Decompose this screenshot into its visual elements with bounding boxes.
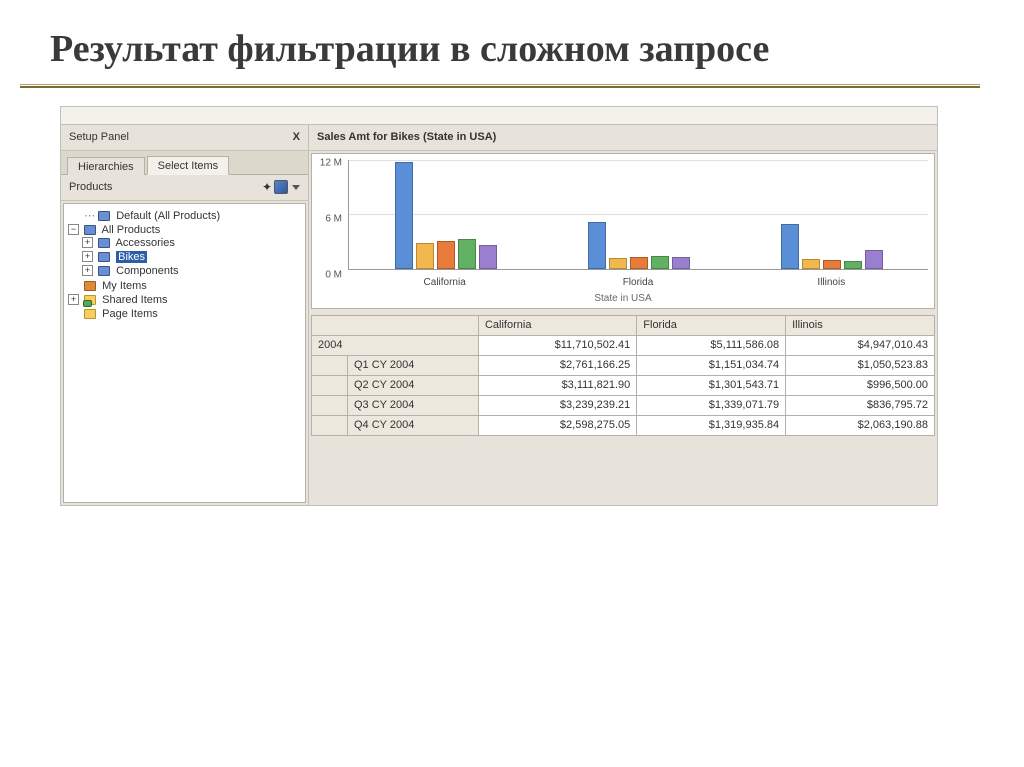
- tree-item-page-items[interactable]: Page Items: [102, 308, 158, 320]
- tree-toggle[interactable]: +: [82, 251, 93, 262]
- chart-bar: [395, 162, 413, 269]
- products-picker[interactable]: ✦: [262, 180, 300, 194]
- cube-icon: [98, 211, 110, 221]
- setup-panel-title: Setup Panel: [69, 131, 129, 143]
- grid-column-header[interactable]: Illinois: [786, 315, 935, 335]
- grid-cell[interactable]: $1,050,523.83: [786, 355, 935, 375]
- chart-title: Sales Amt for Bikes (State in USA): [309, 125, 937, 151]
- grid-cell[interactable]: $1,319,935.84: [637, 415, 786, 435]
- grid-row-indent: [312, 375, 348, 395]
- app-window: Setup Panel X Hierarchies Select Items P…: [60, 106, 938, 506]
- chart-group: [735, 160, 928, 269]
- tree-item-my-items[interactable]: My Items: [102, 280, 147, 292]
- chart-bar: [458, 239, 476, 269]
- tree-toggle[interactable]: +: [82, 265, 93, 276]
- chart-bar: [651, 256, 669, 268]
- grid-corner: [312, 315, 479, 335]
- chart-bar: [823, 260, 841, 269]
- tree-item-components[interactable]: Components: [116, 265, 178, 277]
- cube-icon: [98, 238, 110, 248]
- grid-column-header[interactable]: Florida: [637, 315, 786, 335]
- grid-cell[interactable]: $1,151,034.74: [637, 355, 786, 375]
- setup-panel-close-button[interactable]: X: [293, 131, 300, 143]
- grid-cell[interactable]: $2,598,275.05: [478, 415, 636, 435]
- chart-bar: [781, 224, 799, 269]
- tree-item-default[interactable]: Default (All Products): [116, 210, 220, 222]
- chart-bar: [588, 222, 606, 268]
- grid-row-indent: [312, 415, 348, 435]
- chart-bar: [609, 258, 627, 268]
- chart-bar: [416, 243, 434, 268]
- products-label: Products: [69, 181, 112, 193]
- grid-cell[interactable]: $2,063,190.88: [786, 415, 935, 435]
- chart-bar: [802, 259, 820, 269]
- tree-toggle[interactable]: −: [68, 224, 79, 235]
- tree-item-bikes[interactable]: Bikes: [116, 251, 147, 263]
- sales-chart: 12 M 6 M 0 M California Florida Illinois: [311, 153, 935, 309]
- tree-toggle[interactable]: +: [82, 237, 93, 248]
- grid-cell[interactable]: $1,339,071.79: [637, 395, 786, 415]
- data-grid: CaliforniaFloridaIllinois 2004$11,710,502…: [311, 315, 935, 436]
- grid-row-header[interactable]: Q1 CY 2004: [348, 355, 479, 375]
- main-area: Sales Amt for Bikes (State in USA) 12 M …: [309, 125, 937, 505]
- cube-icon: [98, 266, 110, 276]
- setup-panel: Setup Panel X Hierarchies Select Items P…: [61, 125, 309, 505]
- slide-underline: [20, 84, 980, 88]
- chart-bar: [844, 261, 862, 269]
- tree-toggle: [68, 308, 79, 319]
- wand-icon: ✦: [262, 180, 272, 194]
- hierarchy-tree[interactable]: ⋯ Default (All Products) − All Products …: [63, 203, 306, 503]
- grid-row-header[interactable]: Q3 CY 2004: [348, 395, 479, 415]
- grid-cell[interactable]: $3,239,239.21: [478, 395, 636, 415]
- chart-xlabels: California Florida Illinois: [348, 277, 928, 288]
- cube-icon: [98, 252, 110, 262]
- grid-cell[interactable]: $4,947,010.43: [786, 335, 935, 355]
- chart-group: [349, 160, 542, 269]
- products-swatch-icon: [274, 180, 288, 194]
- grid-row-header[interactable]: Q2 CY 2004: [348, 375, 479, 395]
- chart-bar: [479, 245, 497, 269]
- grid-cell[interactable]: $5,111,586.08: [637, 335, 786, 355]
- grid-row-indent: [312, 395, 348, 415]
- slide-title: Результат фильтрации в сложном запросе: [50, 28, 974, 72]
- grid-cell[interactable]: $836,795.72: [786, 395, 935, 415]
- chart-bar: [437, 241, 455, 269]
- tree-item-shared-items[interactable]: Shared Items: [102, 294, 167, 306]
- cube-icon: [84, 225, 96, 235]
- grid-cell[interactable]: $2,761,166.25: [478, 355, 636, 375]
- tree-item-all-products[interactable]: All Products: [102, 224, 161, 236]
- grid-cell[interactable]: $11,710,502.41: [478, 335, 636, 355]
- tree-toggle: [68, 280, 79, 291]
- chart-plot: [348, 160, 928, 270]
- chart-bar: [630, 257, 648, 269]
- grid-column-header[interactable]: California: [478, 315, 636, 335]
- app-toolbar: [61, 107, 937, 125]
- chevron-down-icon: [292, 185, 300, 190]
- grid-row-header[interactable]: Q4 CY 2004: [348, 415, 479, 435]
- grid-cell[interactable]: $996,500.00: [786, 375, 935, 395]
- chart-bar: [865, 250, 883, 269]
- grid-row-header[interactable]: 2004: [312, 335, 479, 355]
- grid-cell[interactable]: $3,111,821.90: [478, 375, 636, 395]
- grid-cell[interactable]: $1,301,543.71: [637, 375, 786, 395]
- tree-item-accessories[interactable]: Accessories: [116, 237, 175, 249]
- tab-hierarchies[interactable]: Hierarchies: [67, 157, 145, 175]
- chart-ylabels: 12 M 6 M 0 M: [314, 158, 344, 280]
- user-folder-icon: [84, 281, 96, 291]
- chart-axis-title: State in USA: [312, 293, 934, 304]
- chart-bar: [672, 257, 690, 269]
- shared-folder-icon: [84, 295, 96, 305]
- tree-toggle: [68, 210, 79, 221]
- tab-select-items[interactable]: Select Items: [147, 156, 230, 175]
- chart-group: [542, 160, 735, 269]
- tree-toggle[interactable]: +: [68, 294, 79, 305]
- grid-row-indent: [312, 355, 348, 375]
- folder-icon: [84, 309, 96, 319]
- setup-tabs: Hierarchies Select Items: [61, 151, 308, 175]
